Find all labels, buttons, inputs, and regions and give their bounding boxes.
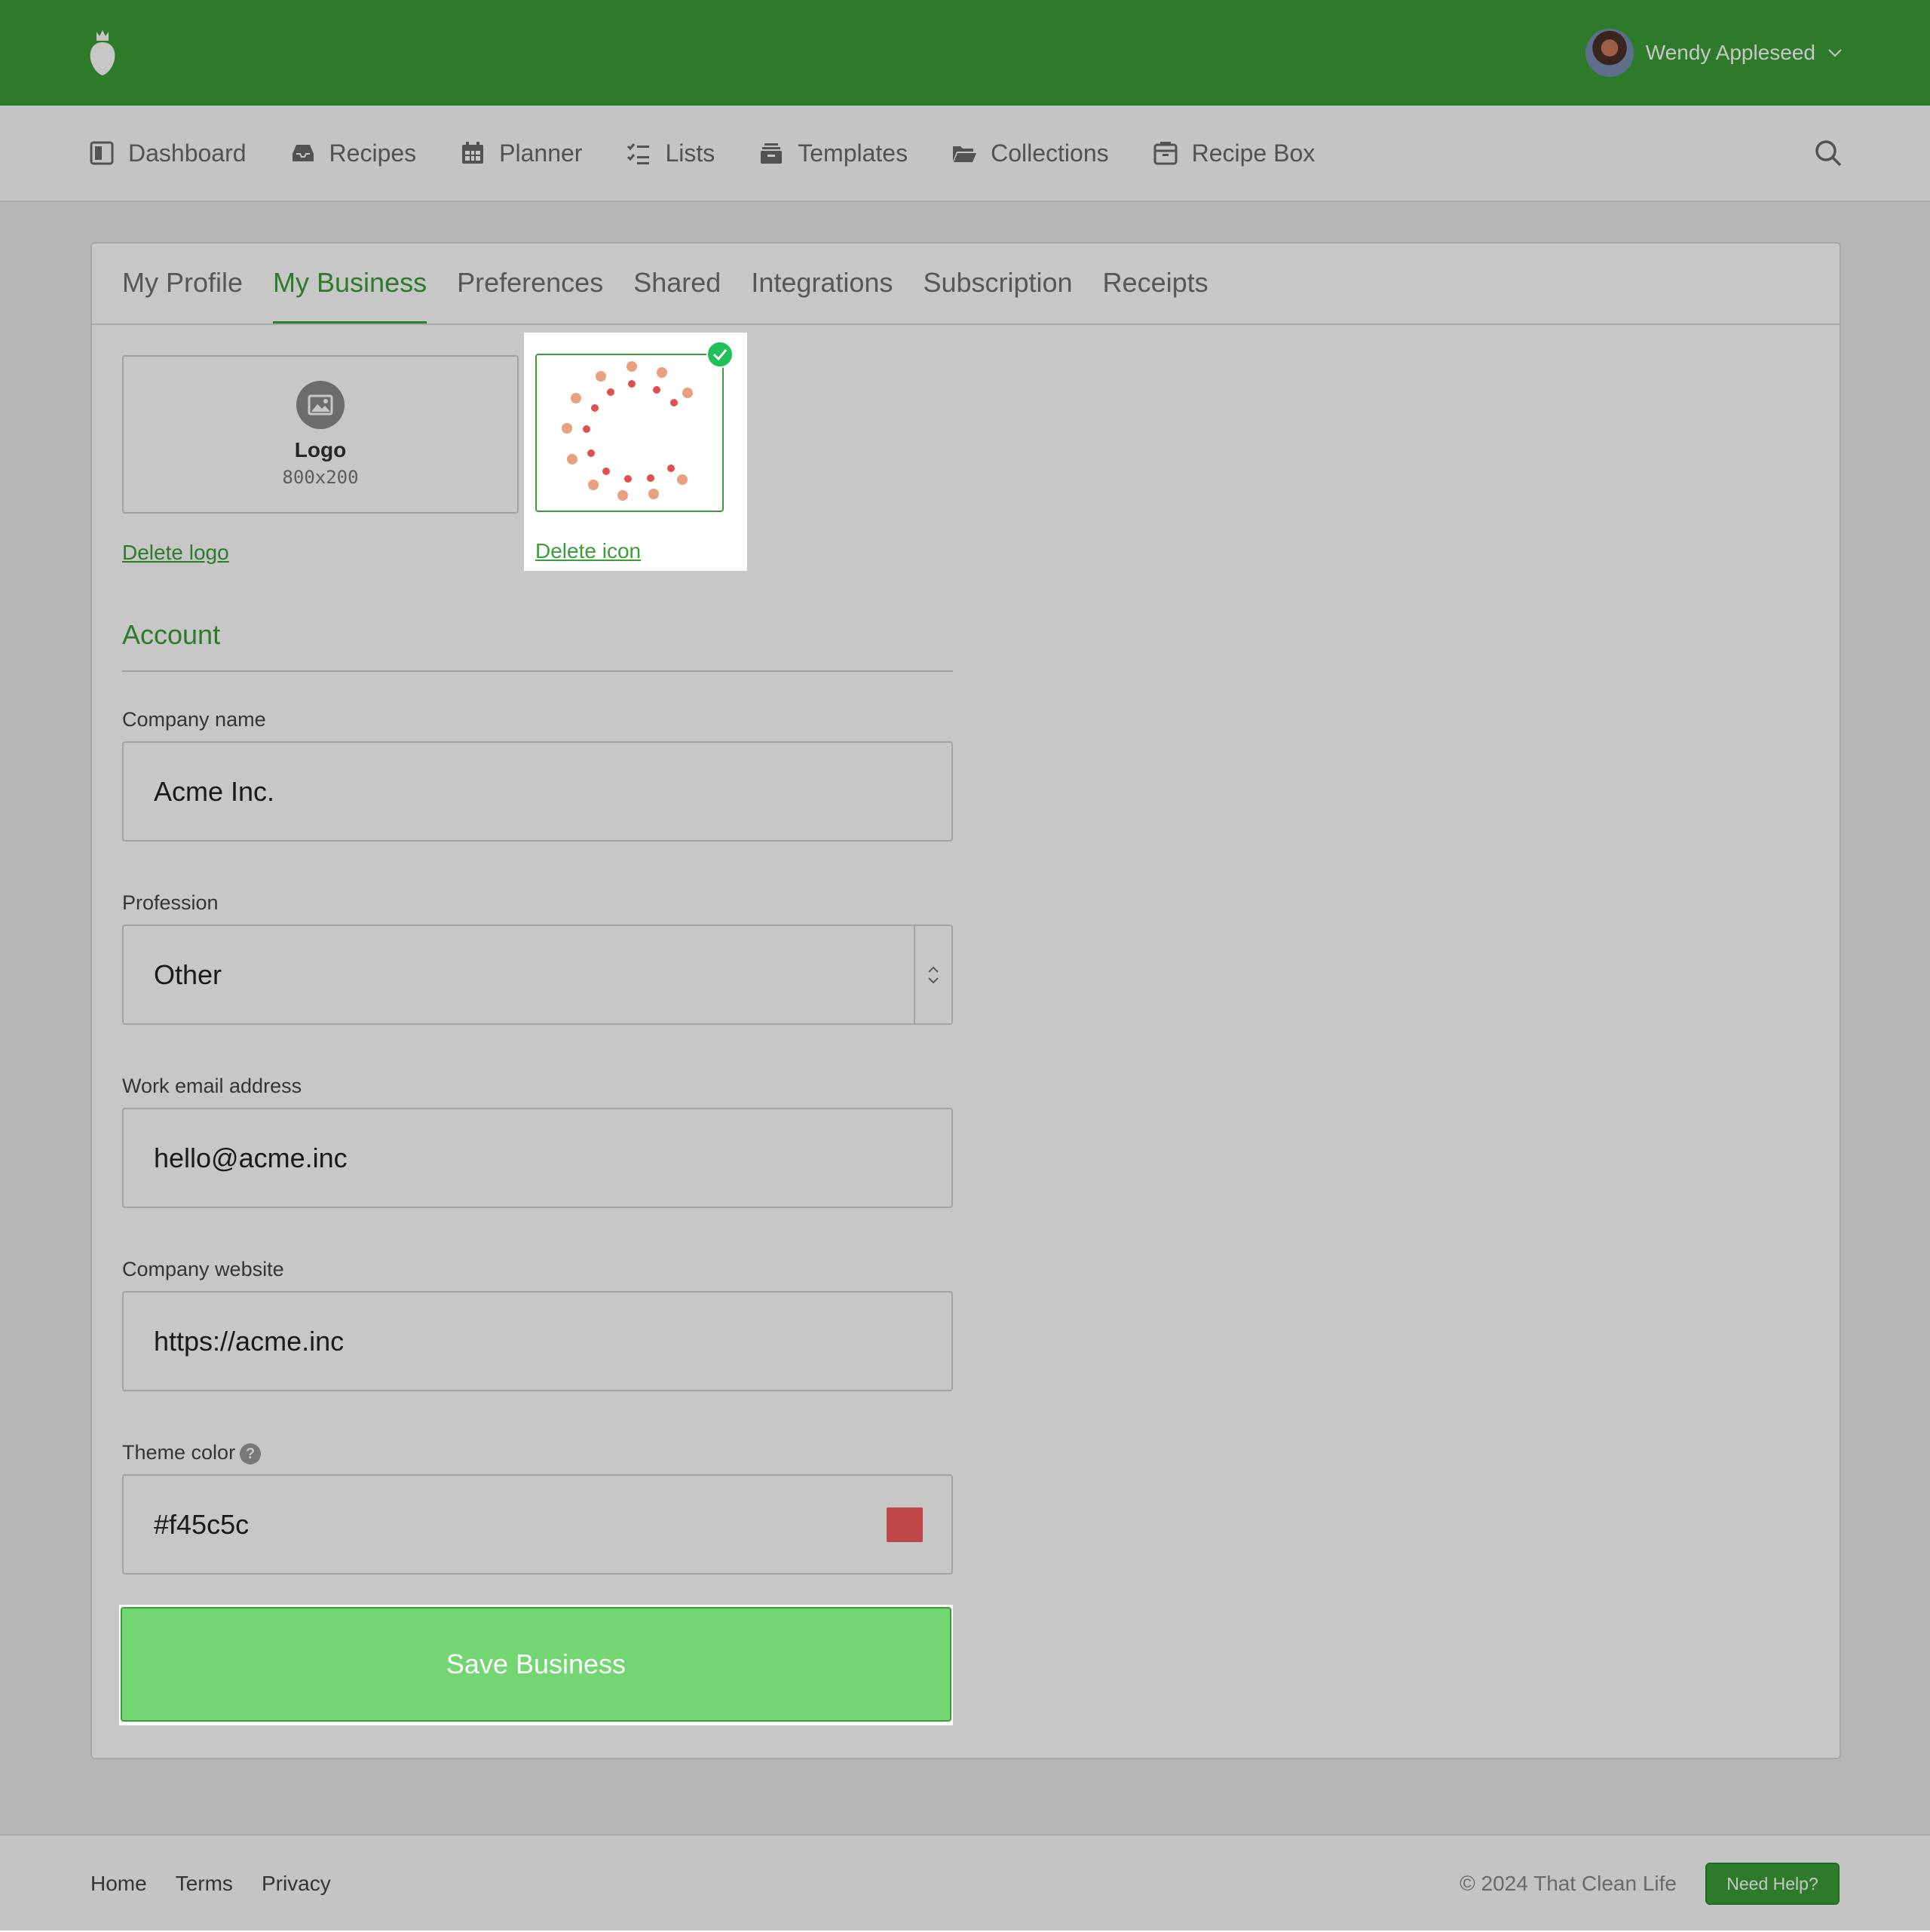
delete-icon-link[interactable]: Delete icon <box>535 539 641 563</box>
check-badge-icon <box>706 341 734 368</box>
loading-spinner-icon <box>562 361 693 501</box>
save-business-button[interactable]: Save Business <box>121 1607 951 1722</box>
icon-upload[interactable] <box>535 354 724 512</box>
